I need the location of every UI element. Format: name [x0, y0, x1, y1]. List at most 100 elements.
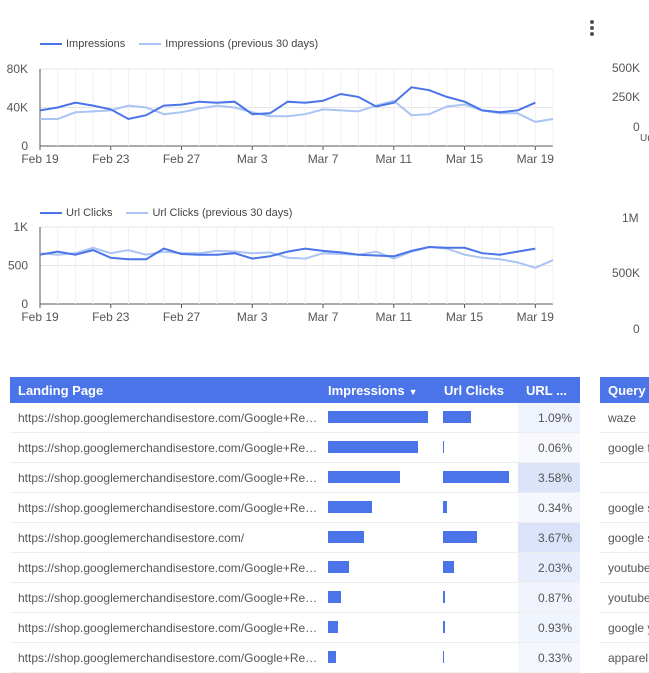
table-header: Landing Page Impressions ▼ Url Clicks URL… — [10, 377, 580, 403]
table-row[interactable]: https://shop.googlemerchandisestore.com/… — [10, 403, 580, 433]
url-clicks-bar — [443, 501, 447, 513]
url-ctr-cell: 1.09% — [518, 403, 580, 432]
impressions-bar — [328, 651, 336, 663]
x-tick-label: Mar 7 — [308, 310, 339, 324]
url-clicks-cell — [436, 553, 518, 582]
url-clicks-cell — [436, 433, 518, 462]
url-ctr-cell: 0.06% — [518, 433, 580, 462]
y-tick-label: 0 — [21, 139, 28, 153]
query-cell[interactable]: youtube — [600, 583, 649, 613]
x-tick-label: Feb 27 — [163, 310, 201, 324]
table-row[interactable]: https://shop.googlemerchandisestore.com/… — [10, 613, 580, 643]
table-row[interactable]: https://shop.googlemerchandisestore.com/… — [10, 463, 580, 493]
url-clicks-bar — [443, 621, 445, 633]
url-clicks-bar — [443, 411, 471, 423]
url-clicks-bar — [443, 441, 444, 453]
x-tick-label: Feb 27 — [163, 152, 201, 166]
y-tick-label: 0 — [21, 297, 28, 311]
x-tick-label: Feb 23 — [92, 310, 130, 324]
table-row[interactable]: https://shop.googlemerchandisestore.com/… — [10, 583, 580, 613]
impressions-cell — [320, 403, 436, 432]
query-cell[interactable]: google s — [600, 523, 649, 553]
impressions-bar — [328, 441, 418, 453]
query-cell[interactable]: google f — [600, 433, 649, 463]
caret-down-icon: ▼ — [408, 386, 418, 397]
impressions-cell — [320, 493, 436, 522]
landing-page-table: Landing Page Impressions ▼ Url Clicks URL… — [10, 377, 580, 673]
table-row[interactable]: https://shop.googlemerchandisestore.com/… — [10, 643, 580, 673]
impressions-bar — [328, 411, 428, 423]
series-line-previous — [40, 99, 554, 123]
impressions-cell — [320, 463, 436, 492]
chart1-legend: Impressions Impressions (previous 30 day… — [40, 38, 332, 50]
query-cell[interactable]: google s — [600, 493, 649, 523]
query-cell[interactable]: youtube — [600, 553, 649, 583]
landing-page-cell: https://shop.googlemerchandisestore.com/… — [18, 560, 320, 575]
y-tick-label: 500 — [8, 259, 28, 273]
query-cell[interactable] — [600, 463, 649, 493]
query-cell[interactable]: waze — [600, 403, 649, 433]
url-clicks-bar — [443, 531, 478, 543]
impressions-bar — [328, 621, 338, 633]
url-clicks-cell — [436, 643, 518, 672]
impressions-cell — [320, 643, 436, 672]
axis-tick: 250K — [612, 90, 641, 104]
column-header-url-ctr[interactable]: URL ... — [518, 383, 580, 398]
y-tick-label: 40K — [7, 101, 28, 115]
x-tick-label: Mar 3 — [237, 310, 268, 324]
query-cell[interactable]: apparel — [600, 643, 649, 673]
query-table: Query waze google f google s google s youtub… — [600, 377, 649, 673]
x-tick-label: Mar 15 — [446, 310, 484, 324]
x-tick-label: Feb 19 — [21, 152, 59, 166]
impressions-bar — [328, 591, 341, 603]
x-tick-label: Mar 3 — [237, 152, 268, 166]
axis-tick: 0 — [633, 120, 640, 134]
url-clicks-bar — [443, 651, 444, 663]
legend-label: Impressions (previous 30 days) — [165, 38, 319, 50]
column-header-query[interactable]: Query — [600, 377, 649, 403]
column-header-label: Impressions — [328, 382, 405, 398]
legend-item[interactable]: Impressions (previous 30 days) — [139, 38, 318, 50]
table-row[interactable]: https://shop.googlemerchandisestore.com/… — [10, 433, 580, 463]
x-tick-label: Mar 7 — [308, 152, 339, 166]
url-clicks-bar — [443, 591, 445, 603]
impressions-cell — [320, 583, 436, 612]
table-body: https://shop.googlemerchandisestore.com/… — [10, 403, 580, 673]
url-ctr-cell: 0.33% — [518, 643, 580, 672]
x-tick-label: Mar 11 — [376, 152, 413, 166]
x-tick-label: Mar 15 — [446, 152, 484, 166]
landing-page-cell: https://shop.googlemerchandisestore.com/… — [18, 500, 320, 515]
query-cell[interactable]: google y — [600, 613, 649, 643]
query-table-body: waze google f google s google s youtube youtu… — [600, 403, 649, 673]
table-row[interactable]: https://shop.googlemerchandisestore.com/… — [10, 523, 580, 553]
legend-item[interactable]: Impressions — [40, 38, 125, 50]
landing-page-cell: https://shop.googlemerchandisestore.com/… — [18, 650, 320, 665]
axis-tick: 1M — [622, 211, 639, 225]
axis-tick: 0 — [633, 322, 640, 336]
url-ctr-cell: 0.87% — [518, 583, 580, 612]
axis-label: Ur — [640, 133, 649, 144]
impressions-cell — [320, 553, 436, 582]
table-row[interactable]: https://shop.googlemerchandisestore.com/… — [10, 493, 580, 523]
impressions-bar — [328, 471, 400, 483]
axis-tick: 500K — [612, 61, 641, 75]
impressions-bar — [328, 531, 364, 543]
x-tick-label: Mar 19 — [517, 152, 555, 166]
impressions-cell — [320, 613, 436, 642]
table-row[interactable]: https://shop.googlemerchandisestore.com/… — [10, 553, 580, 583]
landing-page-cell: https://shop.googlemerchandisestore.com/… — [18, 470, 320, 485]
x-tick-label: Mar 19 — [517, 310, 555, 324]
landing-page-cell: https://shop.googlemerchandisestore.com/… — [18, 590, 320, 605]
column-header-impressions[interactable]: Impressions ▼ — [320, 383, 436, 398]
column-header-url-clicks[interactable]: Url Clicks — [436, 383, 518, 398]
url-ctr-cell: 3.58% — [518, 463, 580, 492]
url-clicks-cell — [436, 613, 518, 642]
url-ctr-cell: 0.93% — [518, 613, 580, 642]
column-header-landing-page[interactable]: Landing Page — [10, 383, 320, 398]
landing-page-cell: https://shop.googlemerchandisestore.com/… — [18, 410, 320, 425]
more-vert-icon[interactable] — [585, 18, 599, 40]
impressions-bar — [328, 561, 349, 573]
landing-page-cell: https://shop.googlemerchandisestore.com/… — [18, 440, 320, 455]
impressions-cell — [320, 433, 436, 462]
url-ctr-cell: 2.03% — [518, 553, 580, 582]
